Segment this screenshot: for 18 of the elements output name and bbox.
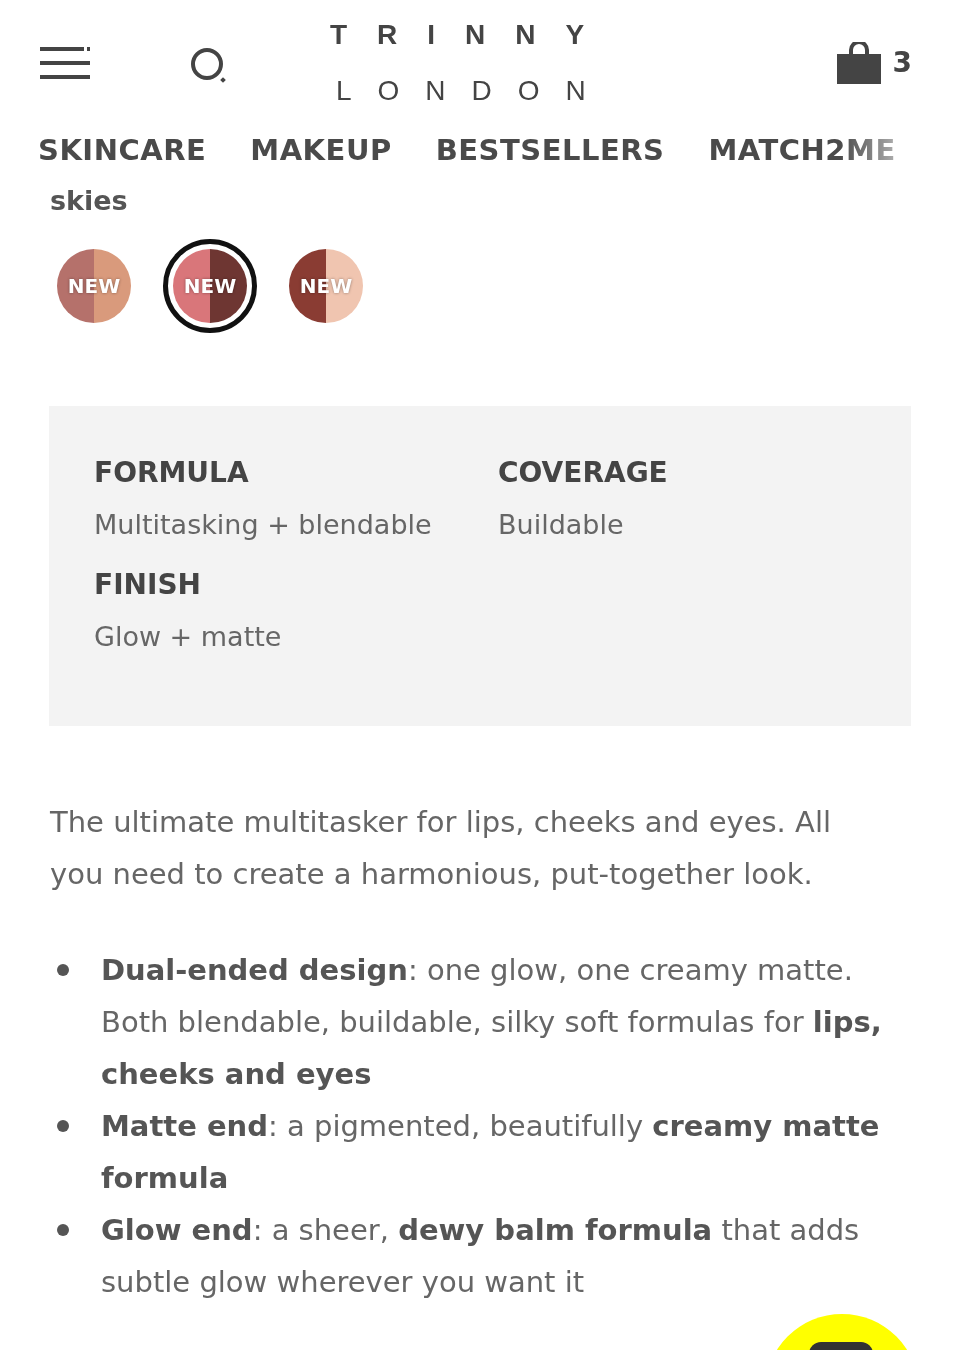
spec-value: Glow + matte bbox=[94, 621, 283, 652]
nav-link[interactable]: MAKEUP bbox=[250, 133, 392, 167]
product-description: The ultimate multitasker for lips, cheeks and eyes. All you need to create a harmonious, put-together look. bbox=[50, 804, 832, 893]
spec-label: COVERAGE bbox=[498, 456, 669, 489]
spec-value: Buildable bbox=[498, 509, 625, 540]
spec-label: FINISH bbox=[94, 568, 202, 601]
cart-count: 3 bbox=[892, 46, 912, 79]
spec-value: Multitasking + blendable bbox=[94, 509, 433, 540]
badge-label: NEW bbox=[67, 274, 121, 298]
bullet-text: Glow end: a sheer, dewy balm formula that adds subtle glow wherever you want it bbox=[101, 1212, 861, 1301]
nav-link[interactable]: MATCH2ME bbox=[708, 133, 896, 167]
shade-swatch[interactable]: NEW bbox=[47, 239, 141, 333]
nav-link[interactable]: SKINCARE bbox=[38, 133, 207, 167]
nav-link[interactable]: BESTSELLERS bbox=[435, 133, 665, 167]
shade-name: skies bbox=[50, 185, 128, 216]
logo[interactable]: TRINNY LONDON bbox=[330, 19, 615, 106]
spec-label: FORMULA bbox=[94, 456, 250, 489]
badge-label: NEW bbox=[183, 274, 237, 298]
